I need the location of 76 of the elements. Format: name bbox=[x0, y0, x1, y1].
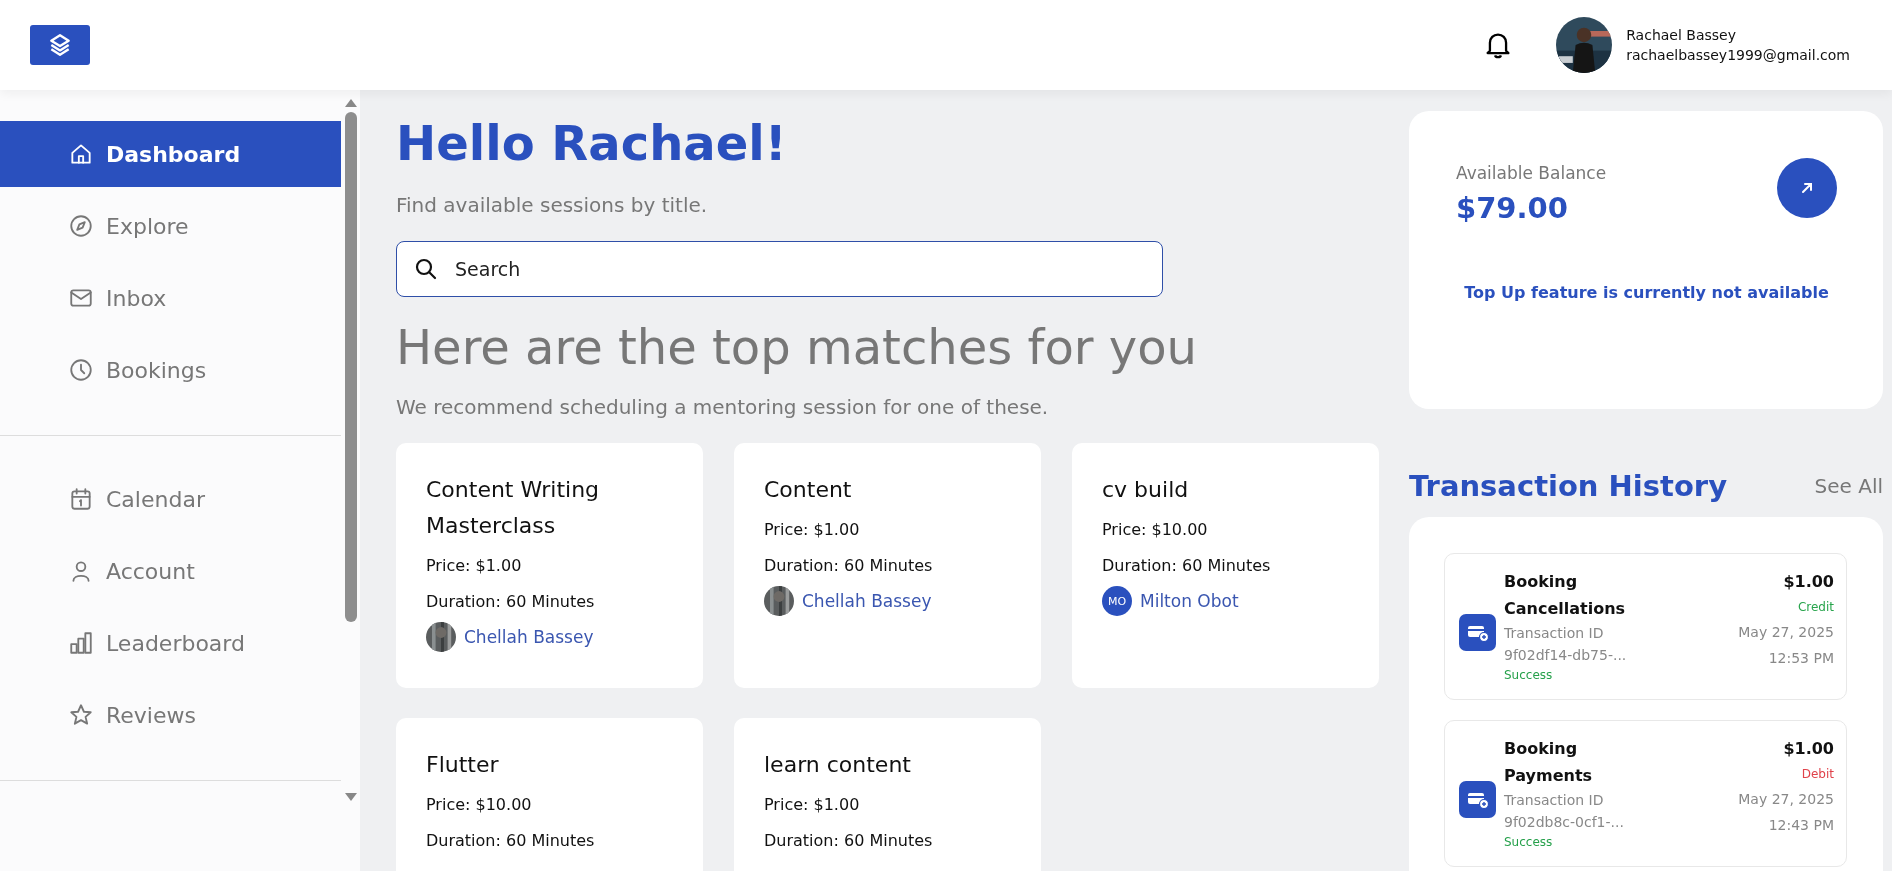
transaction-title: Booking Payments bbox=[1504, 738, 1594, 787]
top-up-notice: Top Up feature is currently not available bbox=[1463, 283, 1830, 302]
session-price: Price: $1.00 bbox=[764, 794, 861, 816]
transaction-id-label: Transaction ID bbox=[1504, 624, 1605, 643]
session-card[interactable]: Content Price: $1.00 Duration: 60 Minutes Chellah Bassey bbox=[734, 443, 1041, 688]
session-title: learn content bbox=[764, 751, 912, 779]
transaction-time: 12:43 PM bbox=[1768, 816, 1834, 835]
session-title: Flutter bbox=[426, 751, 500, 779]
session-price: Price: $1.00 bbox=[426, 555, 523, 577]
session-duration: Duration: 60 Minutes bbox=[764, 555, 934, 577]
session-card[interactable]: cv build Price: $10.00 Duration: 60 Minutes MO Milton Obot bbox=[1072, 443, 1379, 688]
session-price: Price: $10.00 bbox=[426, 794, 533, 816]
nav-item[interactable]: Leaderboard bbox=[0, 610, 341, 676]
transaction-amount: $1.00 bbox=[1783, 571, 1834, 593]
session-title: Content Writing Masterclass bbox=[426, 476, 601, 540]
bar-chart-icon bbox=[68, 630, 94, 656]
transaction-date: May 27, 2025 bbox=[1738, 623, 1834, 642]
logo[interactable] bbox=[30, 25, 90, 65]
session-price: Price: $1.00 bbox=[764, 519, 861, 541]
greeting: Hello Rachael! bbox=[396, 114, 788, 173]
scroll-up-icon[interactable] bbox=[343, 98, 358, 108]
wallet-icon bbox=[1459, 781, 1496, 818]
nav-item[interactable]: Inbox bbox=[0, 265, 341, 331]
session-card[interactable]: Flutter Price: $10.00 Duration: 60 Minutes bbox=[396, 718, 703, 871]
session-duration: Duration: 60 Minutes bbox=[1102, 555, 1272, 577]
transaction-type: Credit bbox=[1797, 599, 1834, 616]
clock-icon bbox=[68, 357, 94, 383]
subtitle: Find available sessions by title. bbox=[396, 193, 709, 217]
transaction-card[interactable]: Booking Cancellations Transaction ID 9f02df14-db75-... Success $1.00 Credit May 27, 2025 12:53 PM bbox=[1444, 553, 1847, 700]
session-card[interactable]: learn content Price: $1.00 Duration: 60 Minutes bbox=[734, 718, 1041, 871]
session-duration: Duration: 60 Minutes bbox=[426, 591, 596, 613]
nav-item[interactable]: Explore bbox=[0, 193, 341, 259]
transaction-date: May 27, 2025 bbox=[1738, 790, 1834, 809]
section-heading: Here are the top matches for you bbox=[396, 318, 1198, 377]
nav-item[interactable]: Account bbox=[0, 538, 341, 604]
top-up-button[interactable] bbox=[1777, 158, 1837, 218]
session-title: cv build bbox=[1102, 476, 1190, 504]
transaction-history-title: Transaction History bbox=[1409, 469, 1728, 503]
transaction-title: Booking Cancellations bbox=[1504, 571, 1627, 620]
session-card[interactable]: Content Writing Masterclass Price: $1.00 Duration: 60 Minutes Chellah Bassey bbox=[396, 443, 703, 688]
logo-icon bbox=[47, 32, 73, 58]
nav-item[interactable]: Reviews bbox=[0, 682, 341, 748]
see-all-link[interactable]: See All bbox=[1814, 474, 1883, 498]
transaction-card[interactable]: Booking Payments Transaction ID 9f02db8c-0cf1-... Success $1.00 Debit May 27, 2025 12:43 PM bbox=[1444, 720, 1847, 867]
mentor-link[interactable]: Milton Obot bbox=[1140, 591, 1239, 611]
transaction-status: Success bbox=[1504, 834, 1554, 851]
transaction-id: 9f02df14-db75-... bbox=[1504, 646, 1628, 665]
section-description: We recommend scheduling a mentoring session for one of these. bbox=[396, 395, 1050, 419]
search-field[interactable]: Search bbox=[396, 241, 1163, 297]
wallet-icon bbox=[1459, 614, 1496, 651]
compass-icon bbox=[68, 213, 94, 239]
transaction-time: 12:53 PM bbox=[1768, 649, 1834, 668]
star-icon bbox=[68, 702, 94, 728]
session-title: Content bbox=[764, 476, 853, 504]
arrow-up-right-icon bbox=[1799, 180, 1815, 196]
transaction-status: Success bbox=[1504, 667, 1554, 684]
transaction-id: 9f02db8c-0cf1-... bbox=[1504, 813, 1625, 832]
mentor-link[interactable]: Chellah Bassey bbox=[802, 591, 932, 611]
nav-item[interactable]: Dashboard bbox=[0, 121, 341, 187]
transaction-amount: $1.00 bbox=[1783, 738, 1834, 760]
balance-amount: $79.00 bbox=[1456, 191, 1569, 225]
scroll-down-icon[interactable] bbox=[343, 792, 358, 802]
nav-item[interactable]: Calendar bbox=[0, 466, 341, 532]
transaction-type: Debit bbox=[1801, 766, 1834, 783]
scrollbar-thumb[interactable] bbox=[344, 112, 357, 622]
session-duration: Duration: 60 Minutes bbox=[764, 830, 934, 852]
session-price: Price: $10.00 bbox=[1102, 519, 1209, 541]
user-email: rachaelbassey1999@gmail.com bbox=[1626, 47, 1850, 63]
balance-label: Available Balance bbox=[1456, 163, 1607, 183]
calendar-icon bbox=[68, 486, 94, 512]
nav-item[interactable]: Bookings bbox=[0, 337, 341, 403]
mentor-avatar: MO bbox=[1102, 586, 1132, 616]
user-name: Rachael Bassey bbox=[1626, 27, 1737, 43]
transaction-id-label: Transaction ID bbox=[1504, 791, 1605, 810]
mentor-link[interactable]: Chellah Bassey bbox=[464, 627, 594, 647]
session-duration: Duration: 60 Minutes bbox=[426, 830, 596, 852]
